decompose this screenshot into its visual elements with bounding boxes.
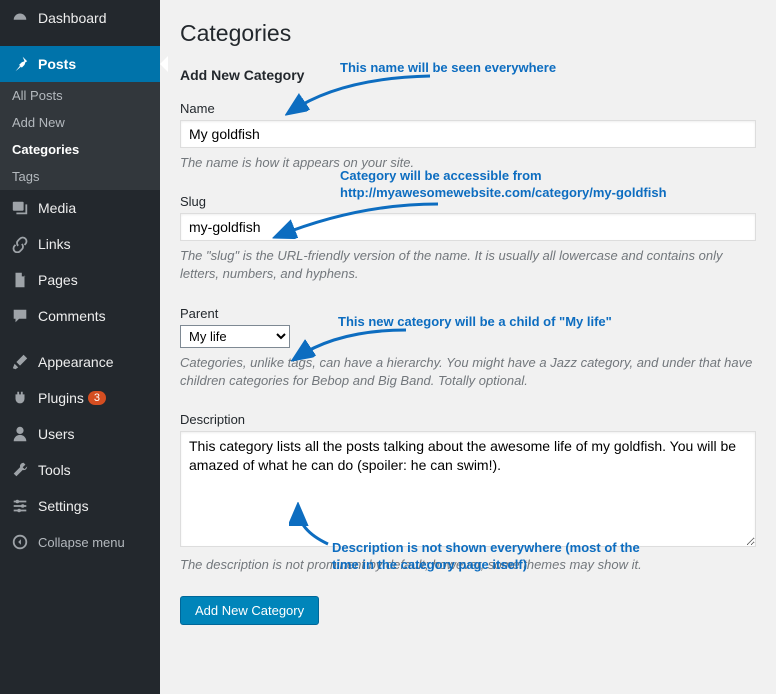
sidebar-item-label: Dashboard: [38, 10, 107, 26]
name-label: Name: [180, 101, 756, 116]
collapse-icon: [10, 532, 30, 552]
sidebar-subitem-add-new[interactable]: Add New: [0, 109, 160, 136]
main-content: Categories Add New Category Name The nam…: [160, 0, 776, 694]
form-heading: Add New Category: [180, 67, 756, 83]
parent-label: Parent: [180, 306, 756, 321]
sidebar-item-label: Appearance: [38, 354, 114, 370]
dashboard-icon: [10, 8, 30, 28]
sidebar-item-dashboard[interactable]: Dashboard: [0, 0, 160, 36]
page-title: Categories: [180, 20, 756, 47]
sidebar-item-label: Users: [38, 426, 75, 442]
sidebar-item-label: Links: [38, 236, 71, 252]
sidebar-item-plugins[interactable]: Plugins 3: [0, 380, 160, 416]
sidebar-item-label: Media: [38, 200, 76, 216]
sidebar-item-settings[interactable]: Settings: [0, 488, 160, 524]
field-name: Name The name is how it appears on your …: [180, 101, 756, 172]
sidebar-collapse[interactable]: Collapse menu: [0, 524, 160, 560]
description-label: Description: [180, 412, 756, 427]
field-slug: Slug The "slug" is the URL-friendly vers…: [180, 194, 756, 283]
sidebar-subitem-tags[interactable]: Tags: [0, 163, 160, 190]
slug-label: Slug: [180, 194, 756, 209]
description-textarea[interactable]: [180, 431, 756, 547]
brush-icon: [10, 352, 30, 372]
parent-select[interactable]: My life: [180, 325, 290, 348]
comment-icon: [10, 306, 30, 326]
sidebar-item-posts[interactable]: Posts: [0, 46, 160, 82]
sidebar-item-label: Plugins: [38, 390, 84, 406]
description-help: The description is not prominent by defa…: [180, 556, 756, 574]
sidebar-item-users[interactable]: Users: [0, 416, 160, 452]
admin-sidebar: Dashboard Posts All Posts Add New Catego…: [0, 0, 160, 694]
name-input[interactable]: [180, 120, 756, 148]
pin-icon: [10, 54, 30, 74]
sidebar-item-label: Pages: [38, 272, 78, 288]
sidebar-item-tools[interactable]: Tools: [0, 452, 160, 488]
sidebar-item-links[interactable]: Links: [0, 226, 160, 262]
sidebar-subitem-categories[interactable]: Categories: [0, 136, 160, 163]
parent-help: Categories, unlike tags, can have a hier…: [180, 354, 756, 390]
wrench-icon: [10, 460, 30, 480]
sidebar-item-label: Settings: [38, 498, 89, 514]
sidebar-subitem-all-posts[interactable]: All Posts: [0, 82, 160, 109]
add-category-button[interactable]: Add New Category: [180, 596, 319, 625]
sidebar-item-label: Posts: [38, 56, 76, 72]
name-help: The name is how it appears on your site.: [180, 154, 756, 172]
sidebar-item-appearance[interactable]: Appearance: [0, 344, 160, 380]
media-icon: [10, 198, 30, 218]
sidebar-item-media[interactable]: Media: [0, 190, 160, 226]
link-icon: [10, 234, 30, 254]
plug-icon: [10, 388, 30, 408]
sidebar-submenu-posts: All Posts Add New Categories Tags: [0, 82, 160, 190]
plugin-update-badge: 3: [88, 391, 106, 405]
sliders-icon: [10, 496, 30, 516]
sidebar-item-label: Collapse menu: [38, 535, 125, 550]
slug-input[interactable]: [180, 213, 756, 241]
field-description: Description The description is not promi…: [180, 412, 756, 574]
page-icon: [10, 270, 30, 290]
user-icon: [10, 424, 30, 444]
sidebar-item-label: Tools: [38, 462, 71, 478]
slug-help: The "slug" is the URL-friendly version o…: [180, 247, 756, 283]
sidebar-item-label: Comments: [38, 308, 106, 324]
sidebar-item-pages[interactable]: Pages: [0, 262, 160, 298]
field-parent: Parent My life Categories, unlike tags, …: [180, 306, 756, 390]
sidebar-item-comments[interactable]: Comments: [0, 298, 160, 334]
